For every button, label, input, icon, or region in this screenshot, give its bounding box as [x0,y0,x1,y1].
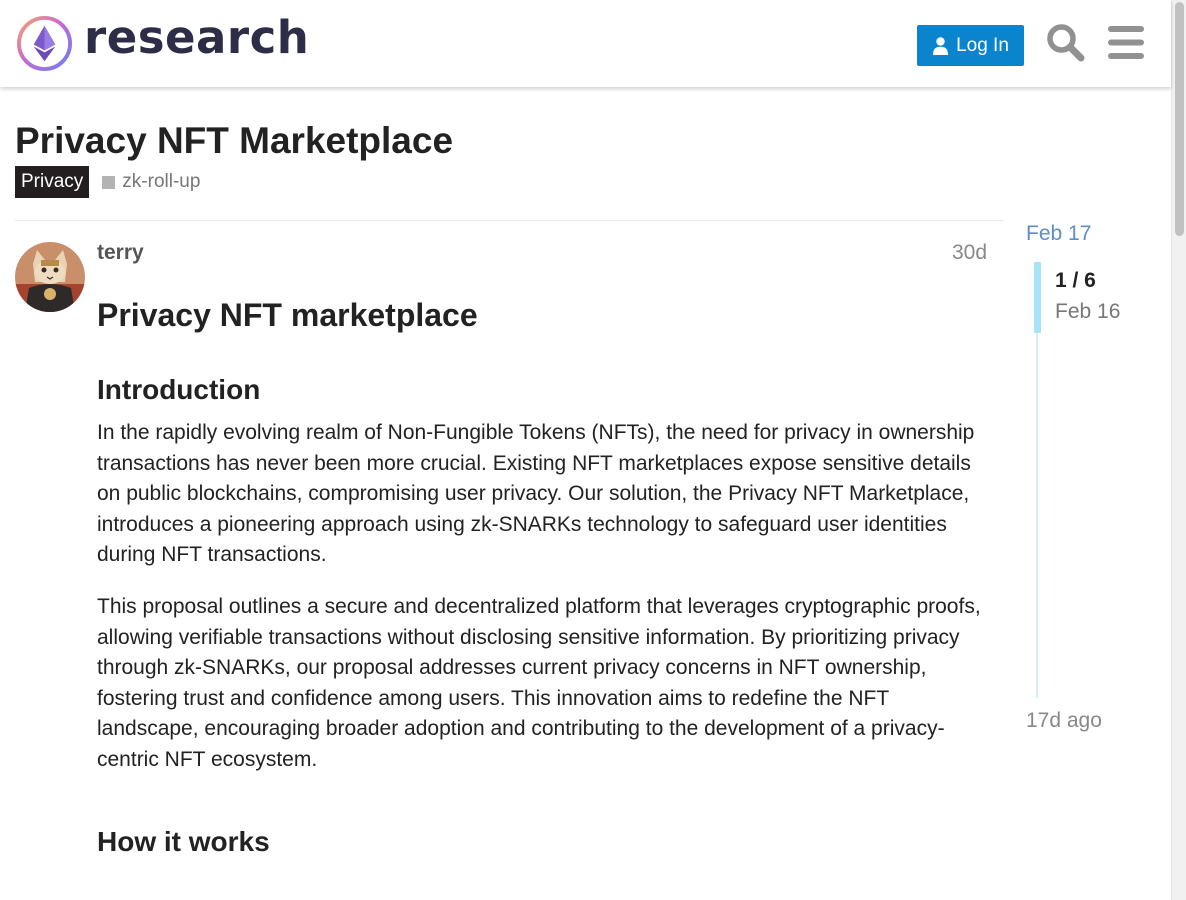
post-paragraph: In the rapidly evolving realm of Non-Fun… [97,421,975,567]
site-logo[interactable]: research [16,11,309,72]
topic-title[interactable]: Privacy NFT Marketplace [15,120,453,162]
login-button-label: Log In [956,34,1009,56]
site-logo-text: research [84,11,310,64]
tag-zk-roll-up[interactable]: zk-roll-up [102,171,200,193]
topic-tags: Privacy zk-roll-up [15,166,200,198]
scrollbar-thumb[interactable] [1175,2,1184,236]
category-badge-privacy[interactable]: Privacy [15,166,90,198]
timeline-start-date[interactable]: Feb 17 [1026,222,1091,246]
page-scrollbar[interactable] [1171,0,1186,900]
tag-square-icon [102,175,116,189]
section-heading-introduction: Introduction [97,374,261,405]
timeline-scroller-handle[interactable] [1034,262,1041,333]
timeline-end-date[interactable]: 17d ago [1026,709,1102,733]
cat-avatar-image [15,242,85,312]
ethereum-research-logo-icon [16,15,73,72]
user-icon [933,36,949,55]
post-author-username[interactable]: terry [97,241,144,265]
post-date[interactable]: 30d [952,241,987,265]
tag-label: zk-roll-up [122,171,201,192]
post-heading: Privacy NFT marketplace [97,297,478,333]
site-header: research Log In [0,0,1171,87]
post-paragraph: This proposal outlines a secure and dece… [97,594,981,771]
topic-divider [15,220,1004,221]
timeline-post-count: 1 / 6 [1055,269,1096,292]
hamburger-menu-icon[interactable] [1108,26,1144,59]
avatar[interactable] [15,242,85,312]
login-button[interactable]: Log In [917,25,1024,66]
post-body: Privacy NFT marketplace Introduction In … [97,290,993,870]
section-heading-how-it-works: How it works [97,825,270,857]
timeline-handle-date: Feb 16 [1055,300,1121,323]
search-icon[interactable] [1045,22,1085,62]
